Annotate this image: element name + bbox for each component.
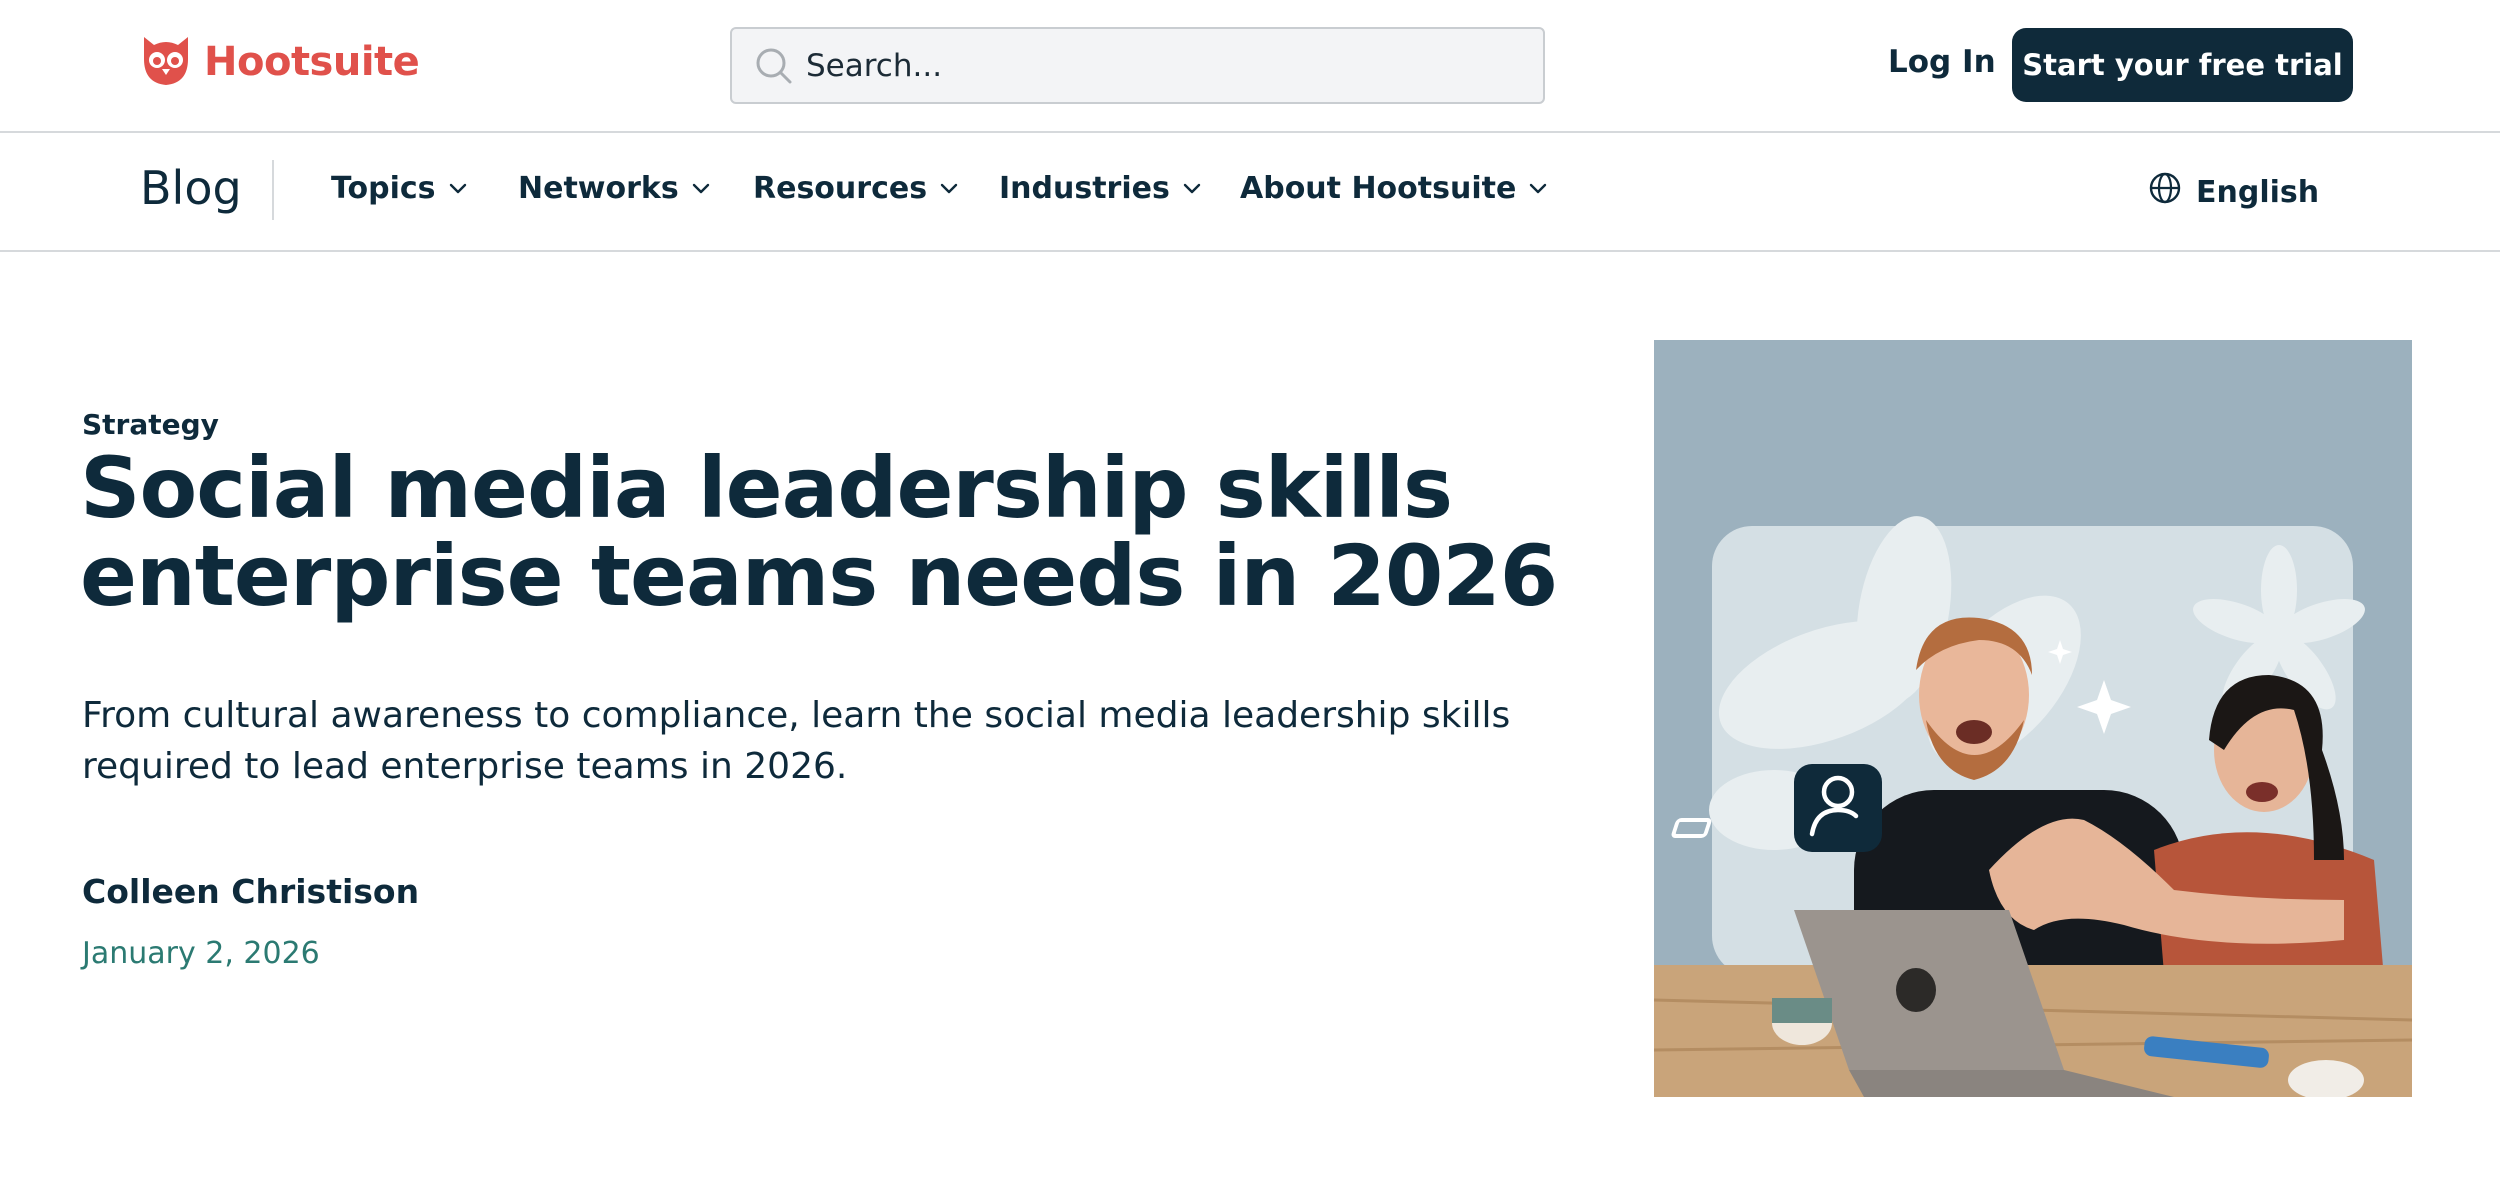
chevron-down-icon xyxy=(1528,179,1548,199)
search-input[interactable] xyxy=(806,47,1506,84)
blog-home-link[interactable]: Blog xyxy=(140,161,242,215)
top-header: Hootsuite Log In Start your free trial xyxy=(0,0,2500,133)
login-link[interactable]: Log In xyxy=(1888,44,1996,80)
nav-item-label: Topics xyxy=(331,171,436,206)
hero-image xyxy=(1654,340,2412,1097)
nav-item-label: Industries xyxy=(999,171,1170,206)
nav-item-label: About Hootsuite xyxy=(1240,171,1517,206)
chevron-down-icon xyxy=(691,179,711,199)
search-icon xyxy=(754,46,794,86)
author-name[interactable]: Colleen Christison xyxy=(82,872,419,911)
language-selector[interactable]: English xyxy=(2148,171,2319,213)
nav-item-topics[interactable]: Topics xyxy=(331,171,468,206)
language-label: English xyxy=(2196,174,2320,210)
start-free-trial-button[interactable]: Start your free trial xyxy=(2012,28,2353,102)
blog-nav: Blog Topics Networks Resources Industrie… xyxy=(0,133,2500,252)
chevron-down-icon xyxy=(1182,179,1202,199)
nav-item-label: Resources xyxy=(753,171,928,206)
nav-item-networks[interactable]: Networks xyxy=(518,171,711,206)
nav-divider xyxy=(272,160,274,220)
article-title: Social media leadership skills enterpris… xyxy=(80,439,1558,625)
nav-item-about-hootsuite[interactable]: About Hootsuite xyxy=(1240,171,1548,206)
nav-item-label: Networks xyxy=(518,171,679,206)
globe-icon xyxy=(2148,171,2182,213)
owl-logo-icon xyxy=(138,33,194,91)
chevron-down-icon xyxy=(939,179,959,199)
publish-date: January 2, 2026 xyxy=(82,936,320,971)
nav-item-resources[interactable]: Resources xyxy=(753,171,959,206)
category-link[interactable]: Strategy xyxy=(82,408,219,441)
article-subtitle: From cultural awareness to compliance, l… xyxy=(82,695,1511,787)
brand-name: Hootsuite xyxy=(204,39,420,85)
chevron-down-icon xyxy=(448,179,468,199)
nav-item-industries[interactable]: Industries xyxy=(999,171,1202,206)
search-box[interactable] xyxy=(730,27,1545,104)
brand-logo[interactable]: Hootsuite xyxy=(138,33,420,91)
